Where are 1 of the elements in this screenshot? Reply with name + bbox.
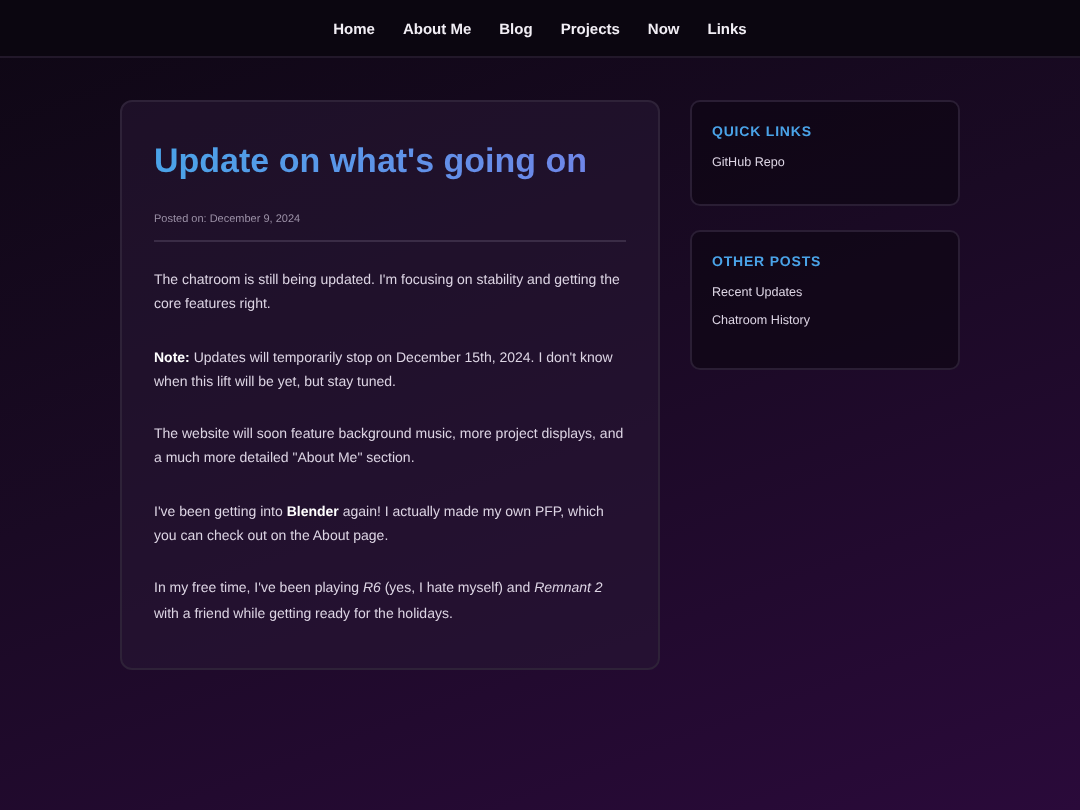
post-title: Update on what's going on xyxy=(154,142,588,182)
